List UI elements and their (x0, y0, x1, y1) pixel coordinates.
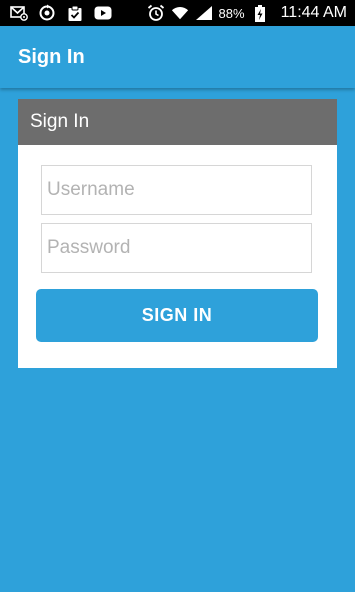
alarm-icon (147, 4, 165, 21)
status-bar-notifications (10, 4, 112, 21)
signal-icon (195, 5, 213, 21)
card-title: Sign In (30, 111, 90, 132)
status-bar-system: 88% 11:44 AM (147, 4, 347, 22)
wifi-icon (171, 5, 189, 21)
card-header: Sign In (18, 99, 337, 145)
status-clock: 11:44 AM (280, 4, 347, 21)
clipboard-check-icon (66, 5, 84, 21)
sign-in-button[interactable]: SIGN IN (36, 289, 318, 342)
battery-charging-icon (251, 4, 269, 22)
username-input[interactable] (41, 165, 312, 215)
sign-in-card: Sign In SIGN IN (18, 99, 337, 368)
battery-percentage: 88% (218, 5, 245, 21)
password-input[interactable] (41, 223, 312, 273)
app-bar: Sign In (0, 26, 355, 88)
mail-settings-icon (10, 5, 28, 21)
sync-icon (38, 4, 56, 21)
status-bar: 88% 11:44 AM (0, 0, 355, 26)
app-bar-title: Sign In (18, 45, 85, 68)
youtube-icon (94, 5, 112, 21)
